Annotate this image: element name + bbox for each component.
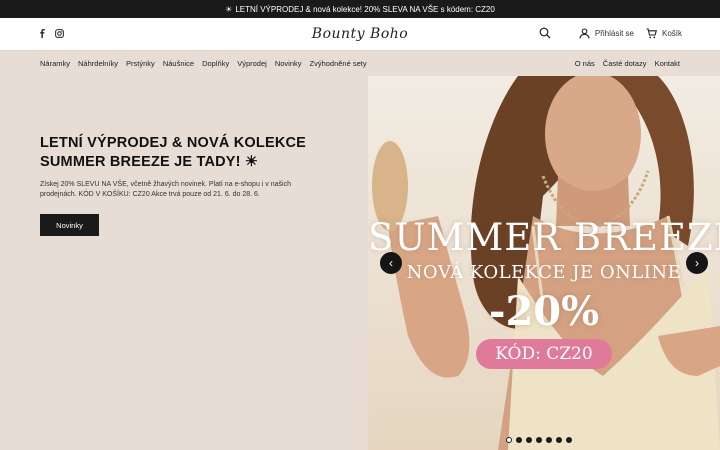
nav-item-nahrdelniky[interactable]: Náhrdelníky (78, 59, 118, 68)
hero-title-line-1: LETNÍ VÝPRODEJ & NOVÁ KOLEKCE (40, 135, 307, 151)
chevron-left-icon: ‹ (389, 256, 393, 270)
logo[interactable]: Bounty Boho (300, 21, 420, 47)
hero-title: LETNÍ VÝPRODEJ & NOVÁ KOLEKCE SUMMER BRE… (40, 134, 340, 172)
cart-label: Košík (661, 28, 682, 38)
social-links (38, 29, 64, 38)
user-icon (579, 27, 590, 39)
header: Bounty Boho Přihlásit se Košík (0, 18, 720, 50)
nav-item-o-nas[interactable]: O nás (575, 59, 595, 68)
facebook-icon[interactable] (38, 29, 47, 38)
header-actions: Přihlásit se Košík (539, 27, 682, 39)
main-nav: Náramky Náhrdelníky Prstýnky Náušnice Do… (0, 50, 720, 76)
nav-categories: Náramky Náhrdelníky Prstýnky Náušnice Do… (40, 59, 367, 68)
slide-overlay: SUMMER BREEZE NOVÁ KOLEKCE JE ONLINE -20… (368, 76, 720, 450)
nav-info: O nás Časté dotazy Kontakt (575, 59, 680, 68)
slide-subtitle: NOVÁ KOLEKCE JE ONLINE (406, 262, 682, 283)
announcement-bar: ☀ LETNÍ VÝPRODEJ & nová kolekce! 20% SLE… (0, 0, 720, 18)
nav-item-prstynky[interactable]: Prstýnky (126, 59, 155, 68)
nav-item-zvyhodnene-sety[interactable]: Zvýhodněné sety (310, 59, 367, 68)
slider-prev-button[interactable]: ‹ (380, 252, 402, 274)
hero-text-panel (0, 76, 368, 450)
slide-title: SUMMER BREEZE (368, 216, 720, 259)
nav-item-naramky[interactable]: Náramky (40, 59, 70, 68)
cart-link[interactable]: Košík (646, 27, 682, 39)
slider-dot[interactable] (556, 437, 562, 443)
slider-dots (506, 437, 572, 443)
login-link[interactable]: Přihlásit se (579, 27, 634, 39)
nav-item-kontakt[interactable]: Kontakt (655, 59, 680, 68)
slider-next-button[interactable]: › (686, 252, 708, 274)
chevron-right-icon: › (695, 256, 699, 270)
novinky-button[interactable]: Novinky (40, 214, 99, 236)
nav-item-novinky[interactable]: Novinky (275, 59, 302, 68)
slider-dot[interactable] (526, 437, 532, 443)
slider-dot[interactable] (546, 437, 552, 443)
slider-dot[interactable] (566, 437, 572, 443)
hero-description: Získej 20% SLEVU NA VŠE, včetně žhavých … (40, 181, 291, 198)
hero-slider: SUMMER BREEZE NOVÁ KOLEKCE JE ONLINE -20… (368, 76, 720, 450)
hero-title-line-2: SUMMER BREEZE JE TADY! ☀ (40, 154, 259, 170)
sun-icon: ☀ (225, 4, 233, 14)
nav-item-vyprodej[interactable]: Výprodej (237, 59, 267, 68)
slider-dot[interactable] (506, 437, 512, 443)
nav-item-doplnky[interactable]: Doplňky (202, 59, 229, 68)
cart-icon (646, 27, 657, 38)
slider-dot[interactable] (516, 437, 522, 443)
slide-code-badge: KÓD: CZ20 (476, 339, 612, 369)
announcement-text: LETNÍ VÝPRODEJ & nová kolekce! 20% SLEVA… (235, 4, 495, 14)
nav-item-caste-dotazy[interactable]: Časté dotazy (603, 59, 647, 68)
instagram-icon[interactable] (55, 29, 64, 38)
slide-discount: -20% (488, 288, 600, 335)
login-label: Přihlásit se (594, 28, 634, 38)
search-icon[interactable] (539, 27, 551, 39)
slider-dot[interactable] (536, 437, 542, 443)
nav-item-nausnice[interactable]: Náušnice (163, 59, 194, 68)
